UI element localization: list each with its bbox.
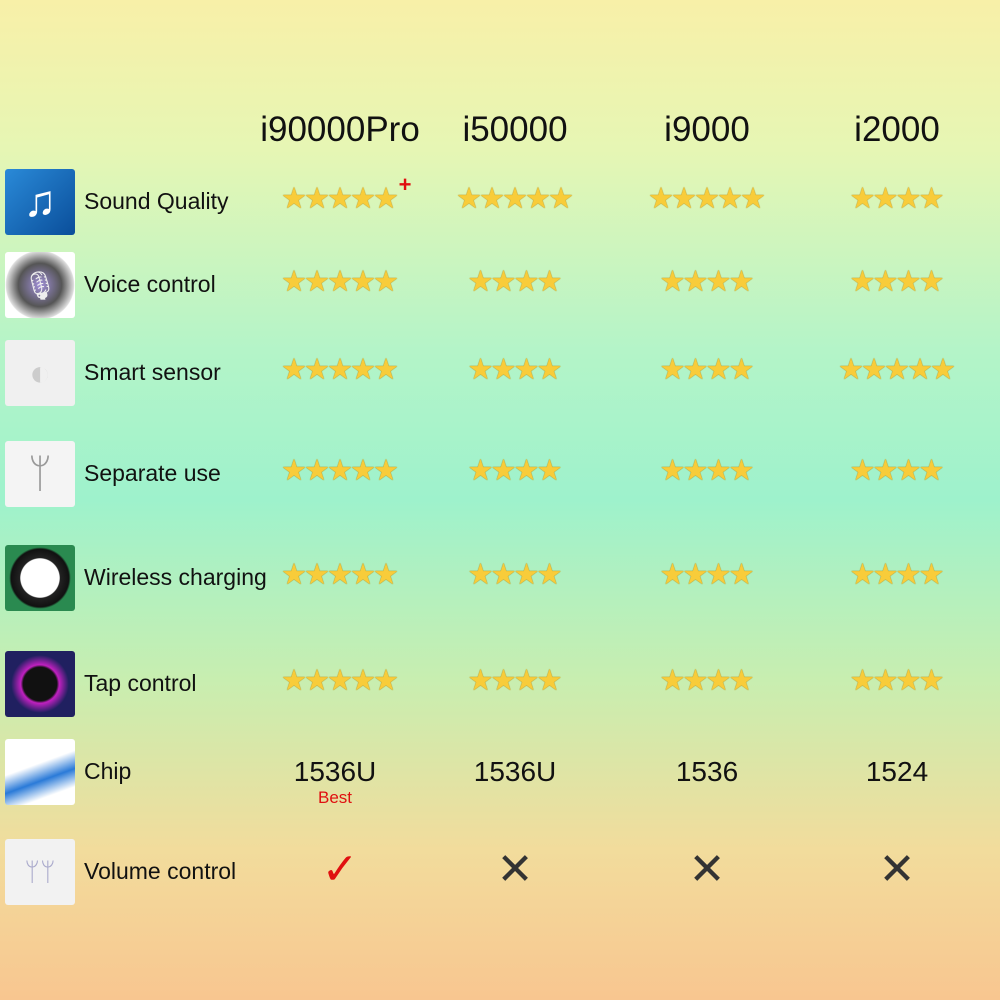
feature-label: Volume control	[84, 858, 237, 884]
column-header: i9000	[664, 110, 750, 149]
star-icon: ★	[728, 455, 755, 487]
column-header: i50000	[462, 110, 568, 149]
feature-label: Tap control	[84, 670, 197, 696]
star-icon: ★	[373, 354, 399, 386]
cross-icon: ✕	[878, 845, 916, 894]
star-icon: ★	[728, 559, 755, 591]
column-header: i2000	[854, 110, 940, 149]
star-rating: ★★★★	[850, 183, 945, 215]
cross-icon: ✕	[496, 845, 534, 894]
cross-icon: ✕	[688, 845, 726, 894]
star-rating: ★★★★★	[281, 455, 399, 487]
star-icon: ★	[536, 665, 563, 697]
star-rating: ★★★★★	[838, 354, 956, 386]
chip-model: 1536	[675, 756, 739, 787]
star-icon: ★	[728, 354, 755, 386]
star-icon: ★	[536, 354, 563, 386]
star-icon: ★	[918, 455, 945, 487]
star-icon: ★	[548, 183, 574, 215]
star-rating: ★★★★	[468, 559, 563, 591]
feature-label: Smart sensor	[84, 359, 221, 385]
star-rating: ★★★★	[468, 665, 563, 697]
chip-value: 1536U Best	[294, 756, 377, 808]
ear-sensor-icon: ◐	[5, 340, 75, 406]
chip-model: 1536U	[293, 756, 377, 787]
star-rating: ★★★★	[850, 559, 945, 591]
star-icon: ★	[728, 665, 755, 697]
best-badge: Best	[317, 788, 353, 807]
star-rating: ★★★★★	[281, 266, 399, 298]
star-rating: ★★★★★	[456, 183, 574, 215]
star-icon: ★	[373, 455, 399, 487]
star-icon: ★	[918, 559, 945, 591]
star-icon: ★	[930, 354, 956, 386]
star-rating: ★★★★★ +	[281, 172, 412, 215]
star-icon: ★	[536, 559, 563, 591]
star-rating: ★★★★	[850, 266, 945, 298]
feature-label: Sound Quality	[84, 188, 229, 214]
star-rating: ★★★★	[660, 665, 755, 697]
volume-earbuds-icon: ᛘᛘ	[5, 839, 75, 905]
column-header: i90000Pro	[260, 110, 420, 149]
star-icon: ★	[536, 266, 563, 298]
chip-value: 1536	[676, 756, 738, 788]
star-icon: ★	[728, 266, 755, 298]
star-rating: ★★★★	[850, 665, 945, 697]
star-icon: ★	[918, 266, 945, 298]
plus-mark: +	[398, 172, 412, 197]
star-rating: ★★★★★	[281, 354, 399, 386]
chip-model: 1536U	[473, 756, 557, 787]
tap-icon	[5, 651, 75, 717]
feature-label: Chip	[84, 758, 132, 784]
star-icon: ★	[918, 665, 945, 697]
music-note-icon: ♫	[5, 169, 75, 235]
star-rating: ★★★★	[660, 354, 755, 386]
star-icon: ★	[373, 559, 399, 591]
feature-label: Separate use	[84, 460, 221, 486]
chip-icon	[5, 739, 75, 805]
star-rating: ★★★★	[660, 455, 755, 487]
chip-model: 1524	[865, 756, 929, 787]
star-rating: ★★★★★	[281, 559, 399, 591]
star-icon: ★	[373, 665, 399, 697]
star-icon: ★	[918, 183, 945, 215]
star-icon: ★	[740, 183, 766, 215]
star-icon: ★	[373, 266, 399, 298]
chip-value: 1536U	[474, 756, 557, 788]
star-rating: ★★★★	[660, 559, 755, 591]
star-rating: ★★★★	[660, 266, 755, 298]
star-rating: ★★★★	[468, 455, 563, 487]
star-rating: ★★★★★	[648, 183, 766, 215]
microphone-icon: 🎙	[5, 252, 75, 318]
star-rating: ★★★★	[850, 455, 945, 487]
star-rating: ★★★★	[468, 266, 563, 298]
charging-case-icon	[5, 545, 75, 611]
check-icon: ✓	[321, 845, 359, 894]
star-icon: ★	[373, 183, 399, 215]
star-rating: ★★★★★	[281, 665, 399, 697]
chip-value: 1524	[866, 756, 928, 788]
feature-label: Wireless charging	[84, 564, 267, 590]
star-icon: ★	[536, 455, 563, 487]
star-rating: ★★★★	[468, 354, 563, 386]
feature-label: Voice control	[84, 271, 216, 297]
earbuds-icon: ᛘ	[5, 441, 75, 507]
